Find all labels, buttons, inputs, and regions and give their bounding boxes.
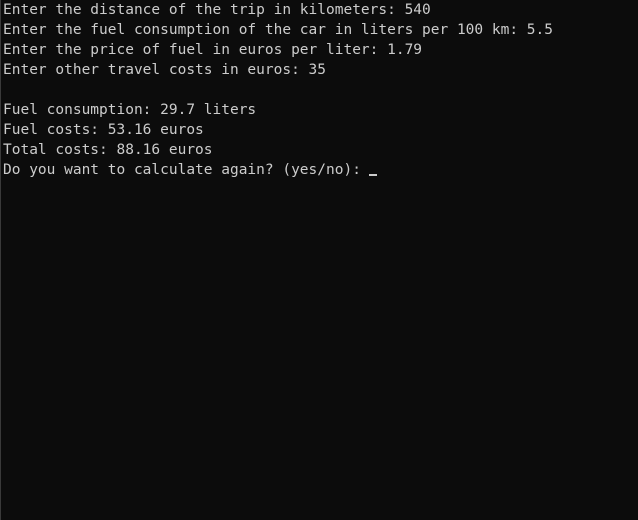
console-line-other-costs: Enter other travel costs in euros: 35 — [3, 62, 327, 78]
console-result-total-costs: Total costs: 88.16 euros — [3, 142, 213, 158]
console-input-line[interactable]: Do you want to calculate again? (yes/no)… — [3, 160, 638, 180]
console-line-fuel-price: Enter the price of fuel in euros per lit… — [3, 42, 423, 58]
console-question: Do you want to calculate again? (yes/no)… — [3, 162, 361, 178]
console-line-fuel-consumption-input: Enter the fuel consumption of the car in… — [3, 22, 553, 38]
console-result-fuel-consumption: Fuel consumption: 29.7 liters — [3, 102, 257, 118]
console-window[interactable]: Enter the distance of the trip in kilome… — [0, 0, 638, 520]
text-cursor — [368, 174, 377, 176]
console-line-distance: Enter the distance of the trip in kilome… — [3, 2, 431, 18]
console-result-fuel-costs: Fuel costs: 53.16 euros — [3, 122, 204, 138]
